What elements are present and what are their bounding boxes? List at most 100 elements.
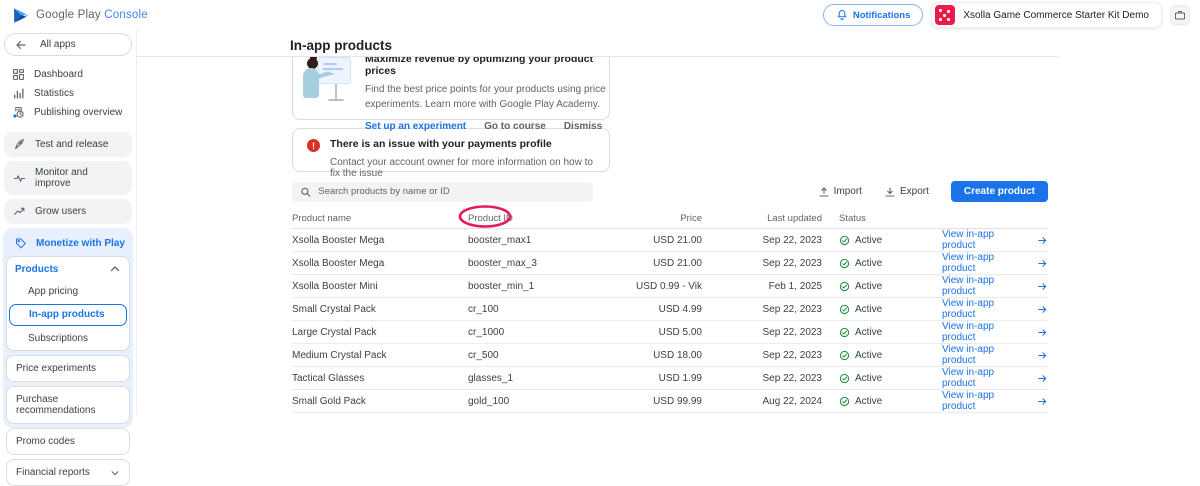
check-circle-icon <box>839 281 850 292</box>
sidebar-item-grow-users[interactable]: Grow users <box>4 199 132 224</box>
account-avatar[interactable] <box>1170 5 1190 25</box>
view-in-app-product-link[interactable]: View in-app product <box>942 252 1048 274</box>
view-in-app-product-link[interactable]: View in-app product <box>942 275 1048 297</box>
payments-warning-banner: ! There is an issue with your payments p… <box>292 128 610 172</box>
rocket-icon <box>13 138 26 151</box>
sidebar-item-products[interactable]: Products <box>7 257 129 281</box>
last-updated-cell: Sep 22, 2023 <box>702 304 822 315</box>
page-header: In-app products <box>137 30 1058 57</box>
search-box[interactable] <box>292 182 593 202</box>
sidebar-item-promo-codes[interactable]: Promo codes <box>7 429 129 454</box>
product-name-cell: Medium Crystal Pack <box>292 350 468 361</box>
sidebar-item-monetize-with-play[interactable]: Monetize with Play <box>6 230 130 256</box>
price-cell: USD 18.00 <box>598 350 702 361</box>
arrow-right-icon <box>1037 373 1048 384</box>
dismiss-link[interactable]: Dismiss <box>564 121 602 132</box>
xsolla-app-icon <box>935 5 955 25</box>
publishing-icon <box>12 106 25 119</box>
view-in-app-product-link[interactable]: View in-app product <box>942 367 1048 389</box>
last-updated-cell: Aug 22, 2024 <box>702 396 822 407</box>
sidebar-item-publishing-overview[interactable]: Publishing overview <box>0 103 136 122</box>
create-product-button[interactable]: Create product <box>951 181 1048 202</box>
app-name: Xsolla Game Commerce Starter Kit Demo <box>963 10 1149 21</box>
status-cell: Active <box>822 350 942 361</box>
products-group-card: Products App pricingIn-app productsSubsc… <box>6 256 130 351</box>
sidebar-item-test-and-release[interactable]: Test and release <box>4 132 132 157</box>
arrow-right-icon <box>1037 396 1048 407</box>
sidebar-item-financial-reports[interactable]: Financial reports <box>7 460 129 485</box>
sidebar: All apps DashboardStatisticsPublishing o… <box>0 30 137 415</box>
sidebar-item-statistics[interactable]: Statistics <box>0 84 136 103</box>
price-experiment-illustration <box>301 57 353 111</box>
notifications-button[interactable]: Notifications <box>823 4 924 26</box>
play-logo-icon <box>12 7 29 24</box>
status-cell: Active <box>822 304 942 315</box>
product-id-cell: booster_max1 <box>468 235 598 246</box>
grow-icon <box>13 205 26 218</box>
column-price: Price <box>598 213 702 224</box>
table-row: Tactical Glasses glasses_1 USD 1.99 Sep … <box>292 367 1048 390</box>
last-updated-cell: Sep 22, 2023 <box>702 350 822 361</box>
export-button[interactable]: Export <box>876 186 937 198</box>
product-id-cell: cr_100 <box>468 304 598 315</box>
warning-title: There is an issue with your payments pro… <box>330 138 597 150</box>
check-circle-icon <box>839 396 850 407</box>
bell-icon <box>836 9 848 21</box>
product-name-cell: Small Crystal Pack <box>292 304 468 315</box>
last-updated-cell: Sep 22, 2023 <box>702 327 822 338</box>
back-arrow-icon <box>15 39 27 51</box>
column-last-updated: Last updated <box>702 213 822 224</box>
dashboard-icon <box>12 68 25 81</box>
status-cell: Active <box>822 396 942 407</box>
warning-body: Contact your account owner for more info… <box>330 157 597 179</box>
view-in-app-product-link[interactable]: View in-app product <box>942 390 1048 412</box>
sidebar-item-subscriptions[interactable]: Subscriptions <box>7 328 129 350</box>
search-icon <box>300 186 311 198</box>
check-circle-icon <box>839 258 850 269</box>
column-status: Status <box>822 213 942 224</box>
arrow-right-icon <box>1037 235 1048 246</box>
product-id-cell: glasses_1 <box>468 373 598 384</box>
view-in-app-product-link[interactable]: View in-app product <box>942 321 1048 343</box>
product-id-cell: booster_max_3 <box>468 258 598 269</box>
product-name-cell: Tactical Glasses <box>292 373 468 384</box>
price-cell: USD 4.99 <box>598 304 702 315</box>
table-header-row: Product name Product ID Price Last updat… <box>292 209 1048 229</box>
app-switcher-chip[interactable]: Xsolla Game Commerce Starter Kit Demo <box>931 2 1162 28</box>
view-in-app-product-link[interactable]: View in-app product <box>942 344 1048 366</box>
go-to-course-link[interactable]: Go to course <box>484 121 546 132</box>
sidebar-item-price-experiments[interactable]: Price experiments <box>7 356 129 381</box>
all-apps-button[interactable]: All apps <box>4 33 132 56</box>
product-id-cell: cr_500 <box>468 350 598 361</box>
price-cell: USD 99.99 <box>598 396 702 407</box>
sidebar-item-app-pricing[interactable]: App pricing <box>7 281 129 303</box>
table-row: Xsolla Booster Mega booster_max1 USD 21.… <box>292 229 1048 252</box>
check-circle-icon <box>839 304 850 315</box>
arrow-right-icon <box>1037 350 1048 361</box>
view-in-app-product-link[interactable]: View in-app product <box>942 298 1048 320</box>
table-row: Small Crystal Pack cr_100 USD 4.99 Sep 2… <box>292 298 1048 321</box>
error-icon: ! <box>307 139 320 152</box>
product-id-cell: gold_100 <box>468 396 598 407</box>
search-input[interactable] <box>318 186 585 197</box>
view-in-app-product-link[interactable]: View in-app product <box>942 229 1048 251</box>
last-updated-cell: Sep 22, 2023 <box>702 258 822 269</box>
chevron-down-icon <box>110 468 120 478</box>
check-circle-icon <box>839 327 850 338</box>
last-updated-cell: Feb 1, 2025 <box>702 281 822 292</box>
sidebar-item-purchase-recommendations[interactable]: Purchase recommendations <box>7 387 129 423</box>
set-up-experiment-link[interactable]: Set up an experiment <box>365 121 466 132</box>
product-name-cell: Xsolla Booster Mega <box>292 235 468 246</box>
logo-text-console: Console <box>104 9 148 21</box>
sidebar-item-dashboard[interactable]: Dashboard <box>0 65 136 84</box>
upload-icon <box>818 186 830 198</box>
check-circle-icon <box>839 373 850 384</box>
price-cell: USD 0.99 - Vik <box>598 281 702 292</box>
promo-banner: Maximize revenue by optimizing your prod… <box>292 57 610 120</box>
sidebar-item-monitor-and-improve[interactable]: Monitor and improve <box>4 161 132 195</box>
import-button[interactable]: Import <box>810 186 870 198</box>
price-cell: USD 5.00 <box>598 327 702 338</box>
sidebar-item-in-app-products[interactable]: In-app products <box>9 304 127 326</box>
last-updated-cell: Sep 22, 2023 <box>702 373 822 384</box>
table-row: Small Gold Pack gold_100 USD 99.99 Aug 2… <box>292 390 1048 413</box>
